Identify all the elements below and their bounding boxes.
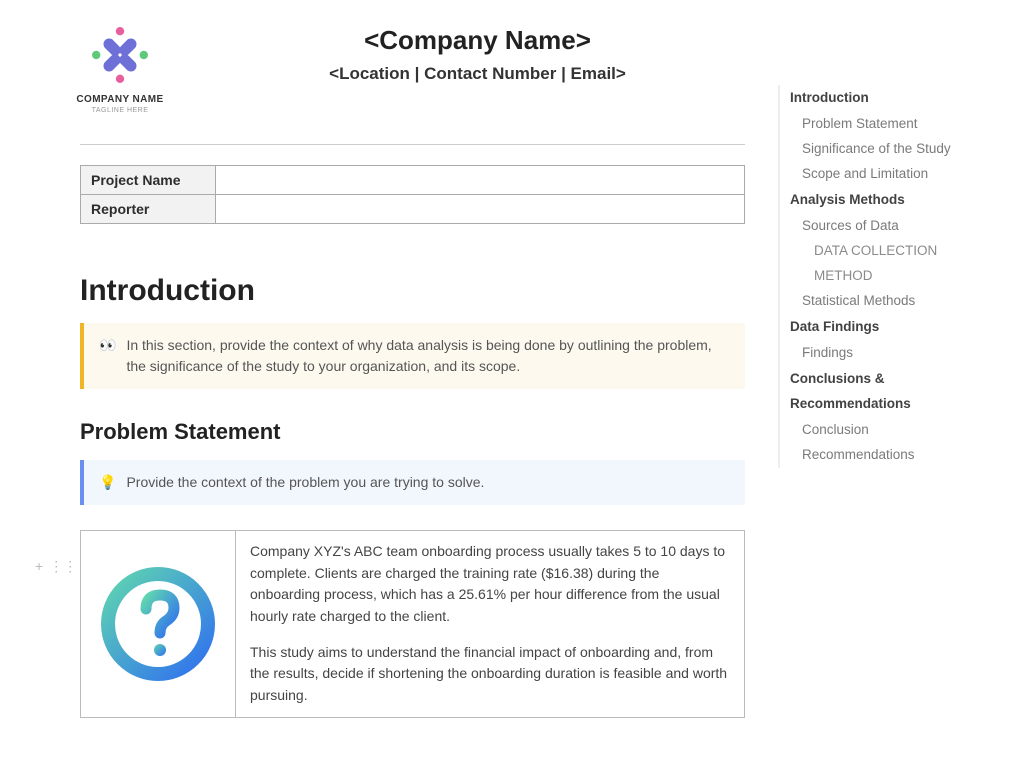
intro-callout: 👀 In this section, provide the context o… (80, 323, 745, 389)
add-block-button[interactable]: + (35, 558, 43, 575)
company-name-title: <Company Name> (210, 25, 745, 56)
problem-text-cell: Company XYZ's ABC team onboarding proces… (236, 531, 744, 717)
document-body: COMPANY NAME TAGLINE HERE <Company Name>… (80, 0, 745, 718)
reporter-value[interactable] (216, 195, 745, 224)
problem-body-p2: This study aims to understand the financ… (250, 642, 730, 707)
logo-block: COMPANY NAME TAGLINE HERE (60, 20, 180, 114)
toc-item[interactable]: Problem Statement (790, 112, 998, 137)
problem-image-cell (81, 531, 236, 717)
contact-line: <Location | Contact Number | Email> (210, 64, 745, 84)
question-mark-icon (98, 564, 218, 684)
problem-body-p1: Company XYZ's ABC team onboarding proces… (250, 541, 730, 628)
title-block: <Company Name> <Location | Contact Numbe… (210, 20, 745, 84)
toc-item[interactable]: Analysis Methods (790, 187, 998, 214)
introduction-heading: Introduction (80, 274, 745, 308)
bulb-icon: 💡 (99, 472, 116, 493)
toc-item[interactable]: Findings (790, 341, 998, 366)
eyes-icon: 👀 (99, 335, 116, 356)
toc-item[interactable]: Conclusions & Recommendations (790, 366, 998, 418)
toc-item[interactable]: Scope and Limitation (790, 162, 998, 187)
problem-content-block[interactable]: Company XYZ's ABC team onboarding proces… (80, 530, 745, 718)
company-logo-icon (85, 20, 155, 90)
drag-handle-icon[interactable]: ⋮⋮ (49, 558, 77, 575)
problem-callout-text: Provide the context of the problem you a… (126, 472, 484, 493)
toc-item[interactable]: Introduction (790, 85, 998, 112)
toc-item[interactable]: Recommendations (790, 443, 998, 468)
outline-sidebar: Introduction Problem Statement Significa… (778, 85, 998, 468)
divider (80, 144, 745, 145)
toc-item[interactable]: Conclusion (790, 418, 998, 443)
toc-item[interactable]: Data Findings (790, 314, 998, 341)
logo-title: COMPANY NAME (60, 94, 180, 105)
toc-item[interactable]: DATA COLLECTION METHOD (790, 239, 998, 289)
project-name-value[interactable] (216, 166, 745, 195)
intro-callout-text: In this section, provide the context of … (126, 335, 730, 377)
header: COMPANY NAME TAGLINE HERE <Company Name>… (80, 20, 745, 114)
toc-item[interactable]: Statistical Methods (790, 289, 998, 314)
toc-item[interactable]: Significance of the Study (790, 137, 998, 162)
reporter-label: Reporter (81, 195, 216, 224)
table-row: Project Name (81, 166, 745, 195)
logo-tagline: TAGLINE HERE (60, 107, 180, 114)
problem-statement-heading: Problem Statement (80, 419, 745, 445)
table-row: Reporter (81, 195, 745, 224)
toc-item[interactable]: Sources of Data (790, 214, 998, 239)
problem-callout: 💡 Provide the context of the problem you… (80, 460, 745, 505)
project-info-table: Project Name Reporter (80, 165, 745, 224)
block-hover-controls: + ⋮⋮ (35, 558, 77, 575)
project-name-label: Project Name (81, 166, 216, 195)
